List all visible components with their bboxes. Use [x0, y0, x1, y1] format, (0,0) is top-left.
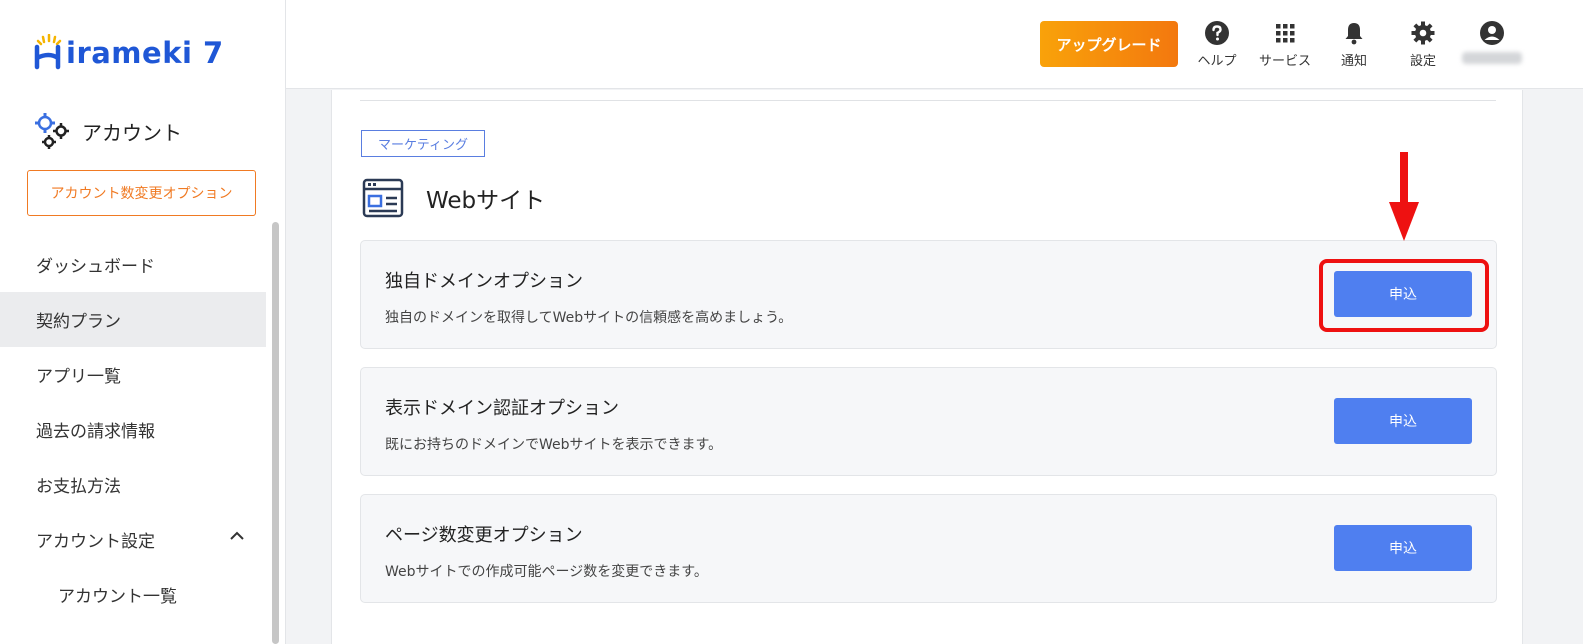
- category-tag: マーケティング: [361, 130, 485, 157]
- gear-icon: [1411, 21, 1435, 45]
- website-icon: [362, 178, 404, 218]
- account-count-option-button[interactable]: アカウント数変更オプション: [27, 170, 256, 216]
- account-header: アカウント: [34, 112, 182, 150]
- sidebar-item-billing-history[interactable]: 過去の請求情報: [0, 402, 266, 457]
- option-description: Webサイトでの作成可能ページ数を変更できます。: [385, 564, 708, 580]
- sidebar-item-app-list[interactable]: アプリ一覧: [0, 347, 266, 402]
- highlight-box: [1319, 259, 1489, 332]
- logo-h-icon: [34, 34, 62, 70]
- services-button[interactable]: サービス: [1252, 20, 1318, 69]
- option-card-page-count: ページ数変更オプション Webサイトでの作成可能ページ数を変更できます。 申込: [360, 494, 1497, 603]
- section-title: Webサイト: [362, 178, 545, 218]
- sidebar-item-payment-method[interactable]: お支払方法: [0, 457, 266, 512]
- services-label: サービス: [1258, 54, 1311, 69]
- sidebar: irameki 7 アカウント アカウント数変更オプション ダッシュボード 契約…: [0, 0, 286, 644]
- gears-icon: [35, 113, 69, 149]
- user-menu-button[interactable]: [1459, 20, 1525, 46]
- app-logo[interactable]: irameki 7: [34, 34, 224, 70]
- help-button[interactable]: ヘルプ: [1184, 20, 1250, 69]
- divider: [360, 100, 1496, 101]
- apply-button-page-count[interactable]: 申込: [1334, 525, 1472, 571]
- settings-button[interactable]: 設定: [1390, 20, 1456, 69]
- main-content: マーケティング Webサイト 独自ドメインオプション 独自のドメインを取得してW…: [331, 90, 1523, 644]
- sidebar-menu: ダッシュボード 契約プラン アプリ一覧 過去の請求情報 お支払方法 アカウント設…: [0, 237, 266, 622]
- option-card-display-domain-auth: 表示ドメイン認証オプション 既にお持ちのドメインでWebサイトを表示できます。 …: [360, 367, 1497, 476]
- sidebar-item-label: アカウント設定: [36, 532, 155, 552]
- bell-icon: [1345, 23, 1363, 45]
- help-label: ヘルプ: [1197, 54, 1237, 69]
- notifications-label: 通知: [1340, 54, 1367, 69]
- notifications-button[interactable]: 通知: [1321, 20, 1387, 69]
- help-icon: [1205, 21, 1229, 45]
- user-name-blurred: [1462, 52, 1522, 64]
- settings-label: 設定: [1409, 54, 1436, 69]
- option-description: 既にお持ちのドメインでWebサイトを表示できます。: [385, 437, 723, 453]
- upgrade-button[interactable]: アップグレード: [1040, 21, 1178, 67]
- sidebar-item-contract-plan[interactable]: 契約プラン: [0, 292, 266, 347]
- page-scrollbar[interactable]: [1567, 90, 1583, 644]
- down-arrow-icon: [1389, 152, 1419, 241]
- option-description: 独自のドメインを取得してWebサイトの信頼感を高めましょう。: [385, 310, 793, 326]
- logo-text: irameki 7: [66, 36, 224, 70]
- user-icon: [1480, 21, 1504, 45]
- section-title-text: Webサイト: [426, 188, 546, 214]
- apply-button-display-domain-auth[interactable]: 申込: [1334, 398, 1472, 444]
- chevron-up-icon[interactable]: [230, 531, 244, 541]
- account-title: アカウント: [82, 120, 182, 145]
- sidebar-item-dashboard[interactable]: ダッシュボード: [0, 237, 266, 292]
- option-name: 表示ドメイン認証オプション: [385, 398, 619, 419]
- sidebar-scrollbar-thumb[interactable]: [272, 222, 279, 644]
- option-name: ページ数変更オプション: [385, 525, 583, 546]
- sidebar-item-account-settings[interactable]: アカウント設定: [0, 512, 266, 567]
- apps-grid-icon: [1276, 24, 1295, 43]
- top-bar: アップグレード ヘルプ サービス 通知 設定: [286, 0, 1583, 89]
- option-name: 独自ドメインオプション: [385, 271, 583, 292]
- sidebar-item-account-list[interactable]: アカウント一覧: [0, 567, 266, 622]
